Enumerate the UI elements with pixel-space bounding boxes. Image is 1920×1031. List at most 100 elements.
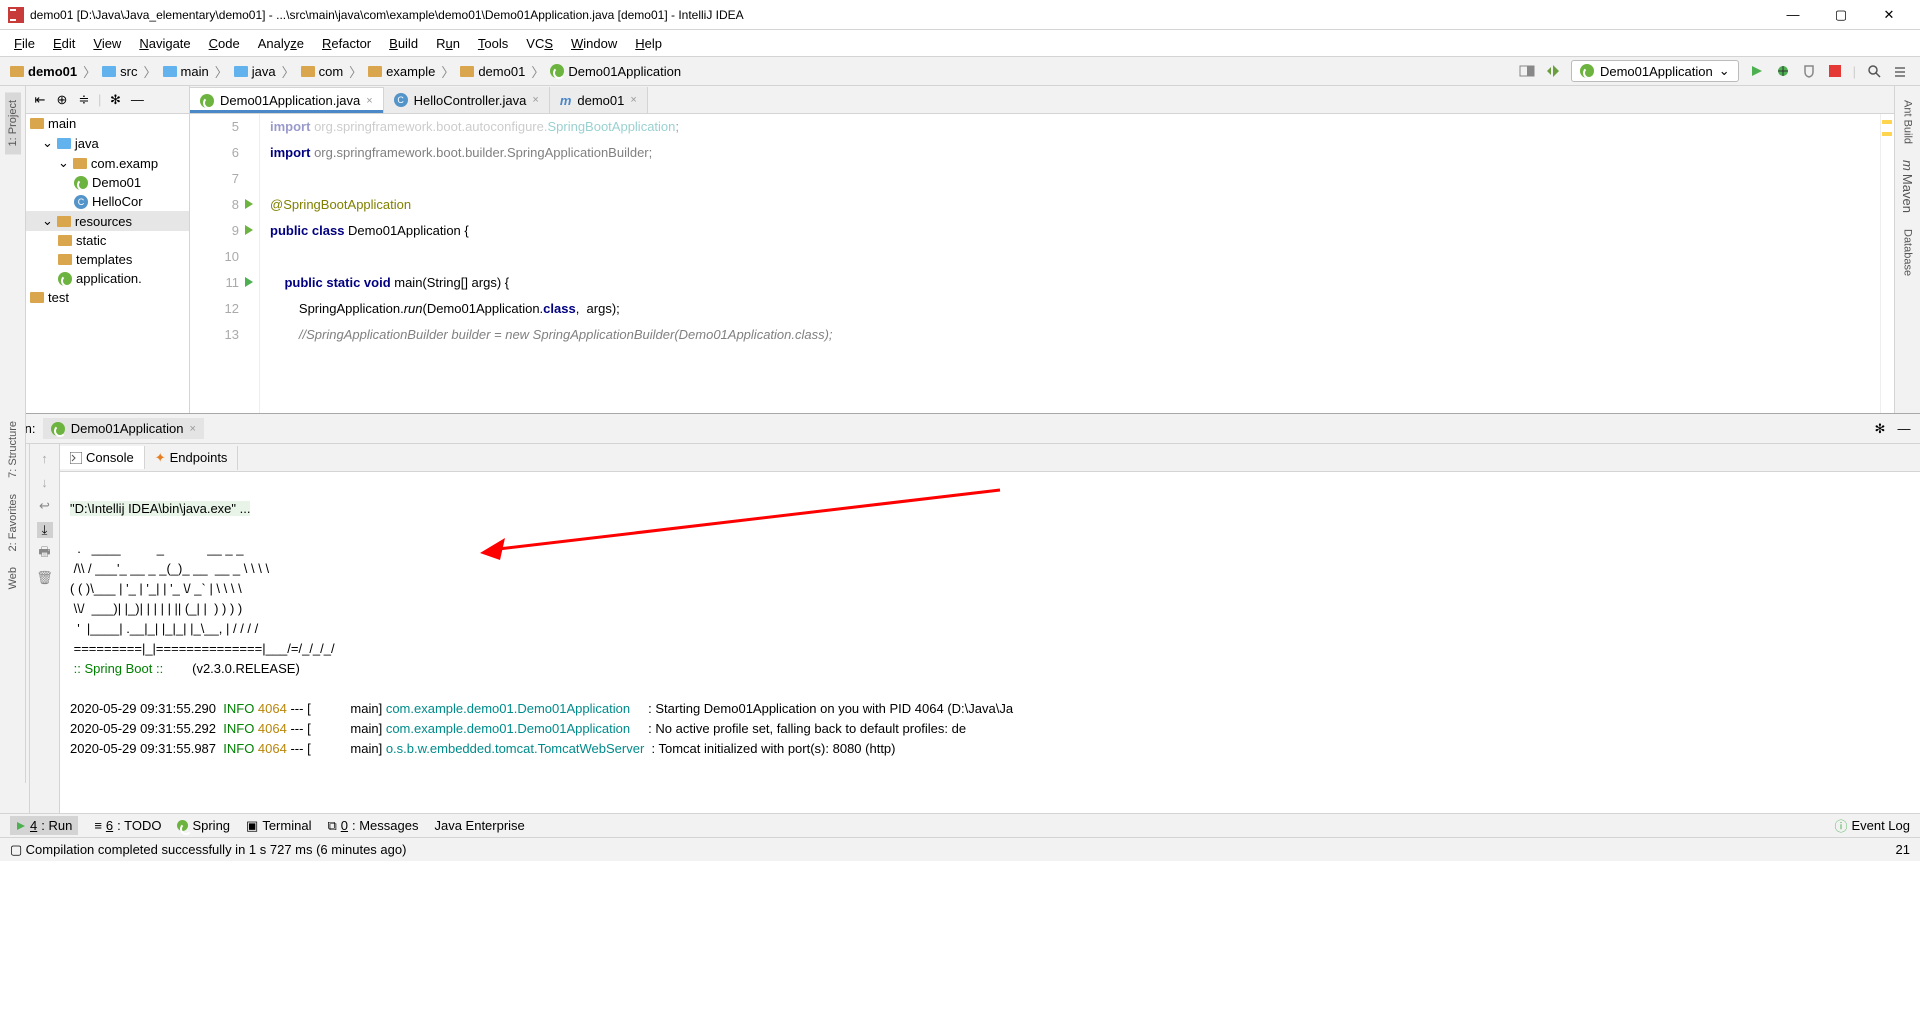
tree-test[interactable]: test (26, 288, 189, 307)
run-configuration-select[interactable]: Demo01Application ⌄ (1571, 60, 1739, 82)
tab-demo01-maven[interactable]: mdemo01× (550, 87, 648, 113)
tab-favorites[interactable]: 2: Favorites (5, 486, 21, 559)
tab-structure[interactable]: 7: Structure (5, 413, 21, 486)
run-gutter-icon[interactable] (243, 223, 257, 237)
folder-icon (460, 66, 474, 77)
code-editor[interactable]: 5 6 7 8 9 10 11 12 13 import org.springf… (190, 114, 1894, 413)
tab-project[interactable]: 1: Project (5, 92, 21, 154)
bottom-javaee[interactable]: Java Enterprise (434, 818, 524, 833)
tree-resources[interactable]: ⌄ resources (26, 211, 189, 231)
crumb-file[interactable]: Demo01Application (546, 64, 685, 79)
up-icon[interactable]: ↑ (37, 450, 53, 466)
menu-tools[interactable]: Tools (470, 34, 516, 53)
console-output[interactable]: "D:\Intellij IDEA\bin\java.exe" ... . __… (60, 472, 1920, 813)
settings-icon[interactable] (1892, 63, 1908, 79)
tab-hellocontroller[interactable]: CHelloController.java× (384, 87, 550, 113)
window-title: demo01 [D:\Java\Java_elementary\demo01] … (30, 8, 1778, 22)
folder-icon (163, 66, 177, 77)
search-icon[interactable] (1866, 63, 1882, 79)
bottom-run[interactable]: 4: Run (10, 816, 78, 835)
endpoints-tab[interactable]: ✦Endpoints (145, 446, 239, 470)
tree-hello[interactable]: CHelloCor (26, 192, 189, 211)
tab-ant[interactable]: Ant Build (1900, 92, 1916, 152)
menu-run[interactable]: Run (428, 34, 468, 53)
menu-help[interactable]: Help (627, 34, 670, 53)
folder-icon (30, 118, 44, 129)
tab-maven[interactable]: m Maven (1898, 152, 1917, 221)
target-icon[interactable]: ⊕ (54, 92, 70, 108)
stop-button[interactable] (1827, 63, 1843, 79)
folder-icon (10, 66, 24, 77)
crumb-java[interactable]: java (230, 64, 280, 79)
tree-main[interactable]: main (26, 114, 189, 133)
menu-code[interactable]: Code (201, 34, 248, 53)
crumb-com[interactable]: com (297, 64, 348, 79)
crumb-example[interactable]: example (364, 64, 439, 79)
bottom-spring[interactable]: Spring (177, 818, 230, 833)
project-tree[interactable]: main ⌄ java ⌄ com.examp Demo01 CHelloCor… (26, 114, 189, 413)
gear-icon[interactable]: ✻ (1872, 421, 1888, 437)
run-button[interactable] (1749, 63, 1765, 79)
maximize-button[interactable]: ▢ (1826, 7, 1856, 23)
scroll-icon[interactable]: ⤓ (37, 522, 53, 538)
crumb-src[interactable]: src (98, 64, 141, 79)
close-icon[interactable]: × (532, 94, 538, 106)
menu-view[interactable]: View (85, 34, 129, 53)
tree-pkg[interactable]: ⌄ com.examp (26, 153, 189, 173)
crumb-project[interactable]: demo01 (6, 64, 81, 79)
close-button[interactable]: ✕ (1874, 7, 1904, 23)
folder-icon (57, 138, 71, 149)
close-icon[interactable]: × (366, 95, 372, 107)
menu-refactor[interactable]: Refactor (314, 34, 379, 53)
tree-java[interactable]: ⌄ java (26, 133, 189, 153)
tab-demo01application[interactable]: Demo01Application.java× (190, 87, 384, 113)
menu-navigate[interactable]: Navigate (131, 34, 198, 53)
line-gutter: 5 6 7 8 9 10 11 12 13 (190, 114, 260, 413)
bottom-todo[interactable]: ≡ 6: TODO (94, 818, 161, 833)
bottom-messages[interactable]: ⧉ 0: Messages (327, 818, 418, 834)
tab-web[interactable]: Web (5, 559, 21, 597)
tab-database[interactable]: Database (1900, 221, 1916, 284)
run-session-tab[interactable]: Demo01Application × (43, 418, 204, 439)
menu-file[interactable]: File (6, 34, 43, 53)
tree-application[interactable]: application. (26, 269, 189, 288)
toggle-layout-icon[interactable] (1519, 63, 1535, 79)
tree-templates[interactable]: templates (26, 250, 189, 269)
debug-button[interactable] (1775, 63, 1791, 79)
minimize-button[interactable]: — (1778, 7, 1808, 23)
gear-icon[interactable]: ✻ (107, 92, 123, 108)
run-gutter-icon[interactable] (243, 197, 257, 211)
status-message: Compilation completed successfully in 1 … (26, 842, 407, 857)
menu-build[interactable]: Build (381, 34, 426, 53)
bottom-eventlog[interactable]: ⓘ Event Log (1834, 816, 1910, 835)
menu-vcs[interactable]: VCS (518, 34, 561, 53)
collapse-icon[interactable]: ⇤ (32, 92, 48, 108)
menu-analyze[interactable]: Analyze (250, 34, 312, 53)
bottom-terminal[interactable]: ▣ Terminal (246, 818, 311, 834)
crumb-demo01[interactable]: demo01 (456, 64, 529, 79)
delete-icon[interactable]: 🗑 (37, 570, 53, 586)
sort-icon[interactable]: ≑ (76, 92, 92, 108)
console-tab[interactable]: Console (60, 446, 145, 469)
minimize-icon[interactable]: — (129, 92, 145, 108)
menu-window[interactable]: Window (563, 34, 625, 53)
error-stripe[interactable] (1880, 114, 1894, 413)
class-icon: C (394, 93, 408, 107)
tree-static[interactable]: static (26, 231, 189, 250)
menu-edit[interactable]: Edit (45, 34, 83, 53)
print-icon[interactable]: 🖶 (37, 546, 53, 562)
coverage-button[interactable] (1801, 63, 1817, 79)
crumb-main[interactable]: main (159, 64, 213, 79)
run-gutter-icon[interactable] (243, 275, 257, 289)
code-content[interactable]: import org.springframework.boot.autoconf… (260, 114, 1880, 413)
folder-icon (102, 66, 116, 77)
down-icon[interactable]: ↓ (37, 474, 53, 490)
tree-demo01app[interactable]: Demo01 (26, 173, 189, 192)
wrap-icon[interactable]: ↩ (37, 498, 53, 514)
build-icon[interactable] (1545, 63, 1561, 79)
folder-icon (73, 158, 87, 169)
close-icon[interactable]: × (630, 94, 636, 106)
close-icon[interactable]: × (189, 423, 195, 435)
folder-icon (234, 66, 248, 77)
hide-icon[interactable]: — (1896, 421, 1912, 437)
